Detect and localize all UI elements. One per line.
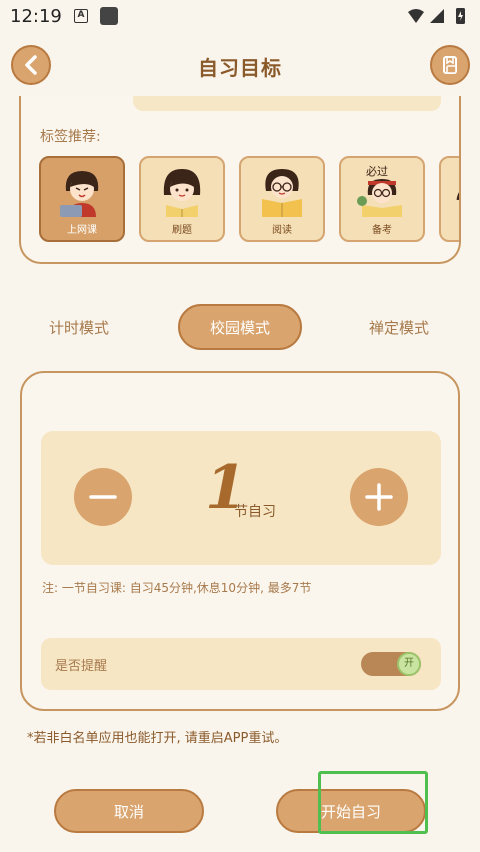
tab-timer-mode[interactable]: 计时模式 <box>29 304 129 350</box>
tag-name: 刷题 <box>172 225 192 236</box>
tag-list: 上网课 刷题 阅读 必过 备考 <box>39 156 459 244</box>
record-icon <box>443 56 457 74</box>
whitelist-warning: *若非白名单应用也能打开, 请重启APP重试。 <box>27 731 288 746</box>
status-time: 12:19 <box>10 6 62 27</box>
more-tag-illustration-icon <box>456 192 459 201</box>
session-counter: 1 节自习 <box>41 431 441 565</box>
remind-label: 是否提醒 <box>55 659 108 674</box>
tag-exam-prep[interactable]: 必过 备考 <box>339 156 425 242</box>
must-pass-text: 必过 <box>366 165 388 178</box>
increase-button[interactable] <box>350 468 408 526</box>
tag-name: 上网课 <box>67 225 97 236</box>
tab-zen-mode[interactable]: 禅定模式 <box>349 304 449 350</box>
session-unit: 节自习 <box>234 504 276 520</box>
status-bar: 12:19 A <box>0 0 480 32</box>
practice-illustration-icon <box>163 169 201 217</box>
session-note: 注: 一节自习课: 自习45分钟,休息10分钟, 最多7节 <box>42 581 312 595</box>
tag-name: 备考 <box>372 225 392 236</box>
online-class-illustration-icon <box>60 171 99 217</box>
signal-icon <box>430 9 444 23</box>
tag-name: 阅读 <box>272 225 292 236</box>
cancel-button[interactable]: 取消 <box>54 789 204 833</box>
campus-mode-panel: 1 节自习 注: 一节自习课: 自习45分钟,休息10分钟, 最多7节 是否提醒… <box>20 371 460 711</box>
wifi-icon <box>408 9 424 23</box>
minus-icon <box>89 495 117 499</box>
status-icons <box>408 8 465 24</box>
tag-online-class[interactable]: 上网课 <box>39 156 125 242</box>
tag-reading[interactable]: 阅读 <box>239 156 325 242</box>
page-title: 自习目标 <box>198 56 282 80</box>
history-button[interactable] <box>430 45 470 85</box>
decrease-button[interactable] <box>74 468 132 526</box>
notification-a-icon: A <box>74 9 88 23</box>
start-study-button[interactable]: 开始自习 <box>276 789 426 833</box>
exam-prep-illustration-icon: 必过 <box>357 165 402 217</box>
notification-square-icon <box>100 7 118 25</box>
tag-recommend-label: 标签推荐: <box>40 129 101 145</box>
plus-icon <box>365 483 393 511</box>
toggle-knob: 开 <box>397 652 421 676</box>
reading-illustration-icon <box>262 169 302 217</box>
goal-input-strip[interactable] <box>133 96 441 111</box>
mode-tabs: 计时模式 校园模式 禅定模式 <box>19 304 461 350</box>
remind-toggle[interactable]: 开 <box>361 652 421 676</box>
tag-card: 标签推荐: 上网课 刷题 阅读 必过 备考 <box>19 96 461 264</box>
tab-campus-mode[interactable]: 校园模式 <box>178 304 302 350</box>
remind-row: 是否提醒 开 <box>41 638 441 690</box>
tag-practice[interactable]: 刷题 <box>139 156 225 242</box>
tag-more[interactable] <box>439 156 459 242</box>
